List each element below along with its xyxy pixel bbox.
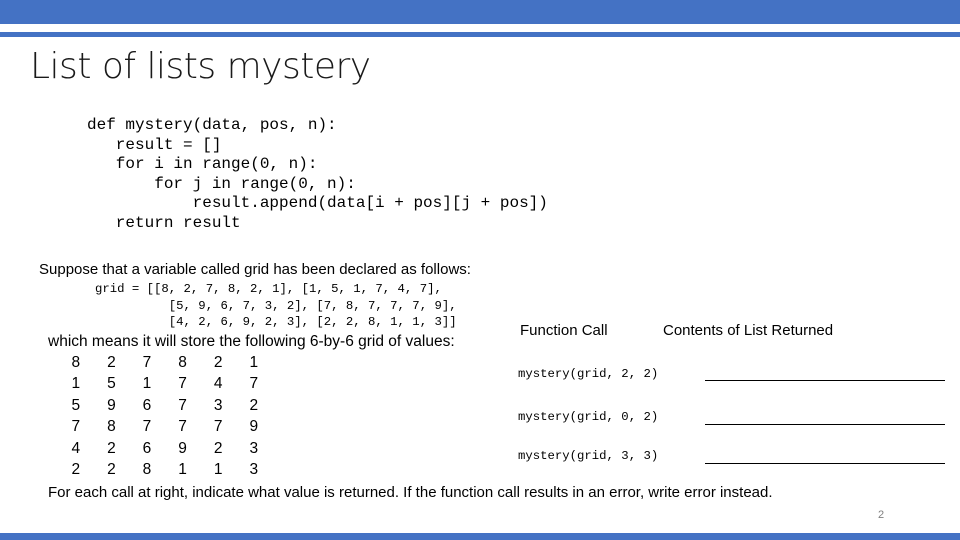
grid-cell: 9 bbox=[107, 396, 116, 414]
top-accent-bar bbox=[0, 0, 960, 24]
grid-cell: 5 bbox=[71, 396, 81, 414]
grid-cell: 8 bbox=[178, 353, 187, 371]
grid-declaration: grid = [[8, 2, 7, 8, 2, 1], [1, 5, 1, 7,… bbox=[95, 282, 457, 329]
instructions-footer: For each call at right, indicate what va… bbox=[48, 484, 773, 501]
top-accent-line bbox=[0, 32, 960, 37]
answer-blank-2 bbox=[705, 423, 945, 425]
grid-cell: 2 bbox=[107, 439, 116, 457]
grid-cell: 8 bbox=[107, 418, 116, 436]
grid-cell: 1 bbox=[178, 461, 187, 479]
grid-cell: 7 bbox=[71, 418, 81, 436]
header-contents-returned: Contents of List Returned bbox=[663, 322, 834, 339]
answer-blank-3 bbox=[705, 462, 945, 464]
header-function-call: Function Call bbox=[520, 322, 608, 339]
grid-cell: 2 bbox=[107, 461, 116, 479]
grid-cell: 3 bbox=[213, 396, 223, 414]
function-call-3: mystery(grid, 3, 3) bbox=[518, 449, 659, 463]
grid-cell: 8 bbox=[71, 353, 81, 371]
slide-title: List of lists mystery bbox=[30, 46, 371, 87]
grid-cell: 7 bbox=[142, 418, 152, 436]
grid-cell: 7 bbox=[213, 418, 223, 436]
grid-cell: 1 bbox=[71, 375, 81, 393]
grid-row: 5 9 6 7 3 2 bbox=[58, 395, 272, 417]
grid-description: which means it will store the following … bbox=[48, 333, 455, 350]
grid-cell: 2 bbox=[213, 439, 223, 457]
grid-cell: 6 bbox=[142, 396, 152, 414]
function-call-1: mystery(grid, 2, 2) bbox=[518, 367, 659, 381]
grid-row: 7 8 7 7 7 9 bbox=[58, 417, 272, 439]
grid-cell: 9 bbox=[249, 418, 259, 436]
grid-cell: 1 bbox=[213, 461, 223, 479]
bottom-accent-bar bbox=[0, 533, 960, 540]
code-block: def mystery(data, pos, n): result = [] f… bbox=[87, 116, 548, 232]
grid-cell: 7 bbox=[142, 353, 152, 371]
grid-cell: 3 bbox=[249, 439, 259, 457]
grid-cell: 7 bbox=[249, 375, 259, 393]
grid-cell: 2 bbox=[213, 353, 223, 371]
grid-row: 1 5 1 7 4 7 bbox=[58, 374, 272, 396]
grid-cell: 9 bbox=[178, 439, 187, 457]
grid-cell: 2 bbox=[249, 396, 259, 414]
answer-blank-1 bbox=[705, 379, 945, 381]
grid-cell: 7 bbox=[178, 375, 187, 393]
grid-cell: 2 bbox=[107, 353, 116, 371]
grid-cell: 4 bbox=[71, 439, 81, 457]
grid-cell: 1 bbox=[249, 353, 259, 371]
grid-cell: 2 bbox=[71, 461, 81, 479]
function-call-2: mystery(grid, 0, 2) bbox=[518, 410, 659, 424]
grid-cell: 7 bbox=[178, 418, 187, 436]
grid-values-table: 8 2 7 8 2 1 1 5 1 7 4 7 5 9 6 7 3 2 7 8 … bbox=[58, 352, 272, 481]
grid-cell: 7 bbox=[178, 396, 187, 414]
grid-row: 4 2 6 9 2 3 bbox=[58, 438, 272, 460]
grid-row: 2 2 8 1 1 3 bbox=[58, 460, 272, 482]
grid-cell: 6 bbox=[142, 439, 152, 457]
grid-cell: 4 bbox=[213, 375, 223, 393]
grid-cell: 1 bbox=[142, 375, 152, 393]
grid-cell: 8 bbox=[142, 461, 152, 479]
grid-cell: 3 bbox=[249, 461, 259, 479]
page-number: 2 bbox=[878, 509, 885, 521]
grid-row: 8 2 7 8 2 1 bbox=[58, 352, 272, 374]
intro-text: Suppose that a variable called grid has … bbox=[39, 261, 471, 278]
grid-cell: 5 bbox=[107, 375, 116, 393]
